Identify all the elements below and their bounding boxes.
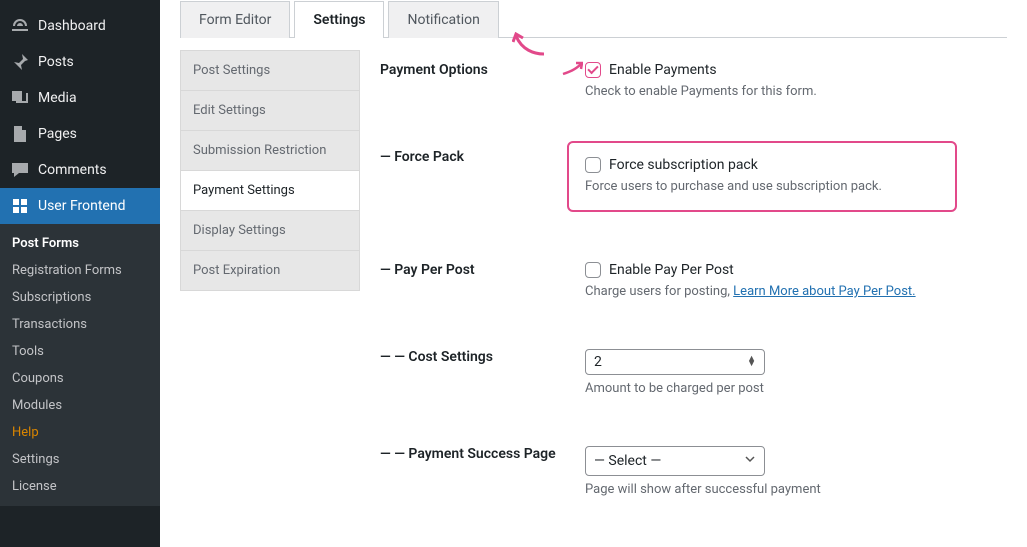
nav-user-frontend[interactable]: User Frontend [0,188,160,224]
nav-dashboard[interactable]: Dashboard [0,8,160,44]
nav-label: User Frontend [38,198,125,214]
pay-per-post-desc: Charge users for posting, Learn More abo… [585,284,1007,299]
settings-subtabs: Post Settings Edit Settings Submission R… [180,50,360,527]
sub-post-forms[interactable]: Post Forms [0,230,160,257]
force-pack-desc: Force users to purchase and use subscrip… [585,179,939,194]
sub-license[interactable]: License [0,473,160,500]
nav-media[interactable]: Media [0,80,160,116]
payment-settings-panel: Payment Options Enable Payments Check to… [380,50,1007,527]
force-pack-label: — Force Pack [380,149,585,165]
pin-icon [10,52,30,72]
main-content: Form Editor Settings Notification Post S… [160,0,1027,547]
chevron-down-icon [744,453,756,469]
media-icon [10,88,30,108]
enable-payments-desc: Check to enable Payments for this form. [585,84,1007,99]
nav-pages[interactable]: Pages [0,116,160,152]
dashboard-icon [10,16,30,36]
sub-tools[interactable]: Tools [0,338,160,365]
enable-payments-checkbox[interactable] [585,62,601,78]
pay-per-post-learn-more-link[interactable]: Learn More about Pay Per Post. [733,284,915,299]
nav-label: Pages [38,126,77,142]
subtab-payment-settings[interactable]: Payment Settings [180,170,360,210]
success-page-desc: Page will show after successful payment [585,482,1007,497]
cost-desc: Amount to be charged per post [585,381,1007,396]
admin-sidebar: Dashboard Posts Media Pages Comments [0,0,160,547]
nav-label: Media [38,90,77,106]
sub-coupons[interactable]: Coupons [0,365,160,392]
nav-comments[interactable]: Comments [0,152,160,188]
sub-modules[interactable]: Modules [0,392,160,419]
annotation-arrow-icon [512,32,548,64]
subtab-post-settings[interactable]: Post Settings [180,50,360,90]
page-icon [10,124,30,144]
sub-registration-forms[interactable]: Registration Forms [0,257,160,284]
user-frontend-icon [10,196,30,216]
sub-transactions[interactable]: Transactions [0,311,160,338]
tab-form-editor[interactable]: Form Editor [180,1,290,38]
force-pack-highlight: Force subscription pack Force users to p… [567,141,957,212]
pay-per-post-chk-label: Enable Pay Per Post [609,262,734,278]
sub-settings[interactable]: Settings [0,446,160,473]
payment-options-label: Payment Options [380,62,585,78]
subtab-post-expiration[interactable]: Post Expiration [180,250,360,291]
sub-help[interactable]: Help [0,419,160,446]
nav-submenu: Post Forms Registration Forms Subscripti… [0,224,160,506]
subtab-submission-restriction[interactable]: Submission Restriction [180,130,360,170]
cost-value: 2 [594,354,602,370]
form-top-tabs: Form Editor Settings Notification [180,0,1007,38]
pay-per-post-checkbox[interactable] [585,262,601,278]
pay-per-post-desc-text: Charge users for posting, [585,284,733,299]
nav-posts[interactable]: Posts [0,44,160,80]
nav-label: Comments [38,162,107,178]
pay-per-post-label: — Pay Per Post [380,262,585,278]
success-page-value: — Select — [594,453,661,469]
nav-label: Dashboard [38,18,106,34]
tab-notification[interactable]: Notification [388,1,498,38]
tab-settings[interactable]: Settings [294,1,384,38]
subtab-display-settings[interactable]: Display Settings [180,210,360,250]
comment-icon [10,160,30,180]
sub-subscriptions[interactable]: Subscriptions [0,284,160,311]
nav-label: Posts [38,54,74,70]
stepper-arrows-icon[interactable]: ▲▼ [747,357,756,367]
force-pack-checkbox[interactable] [585,157,601,173]
subtab-edit-settings[interactable]: Edit Settings [180,90,360,130]
success-page-label: — — Payment Success Page [380,446,585,462]
enable-payments-label: Enable Payments [609,62,717,78]
force-pack-chk-label: Force subscription pack [609,157,758,173]
cost-stepper[interactable]: 2 ▲▼ [585,349,765,375]
success-page-select[interactable]: — Select — [585,446,765,476]
annotation-arrow-icon [561,60,583,82]
cost-settings-label: — — Cost Settings [380,349,585,365]
